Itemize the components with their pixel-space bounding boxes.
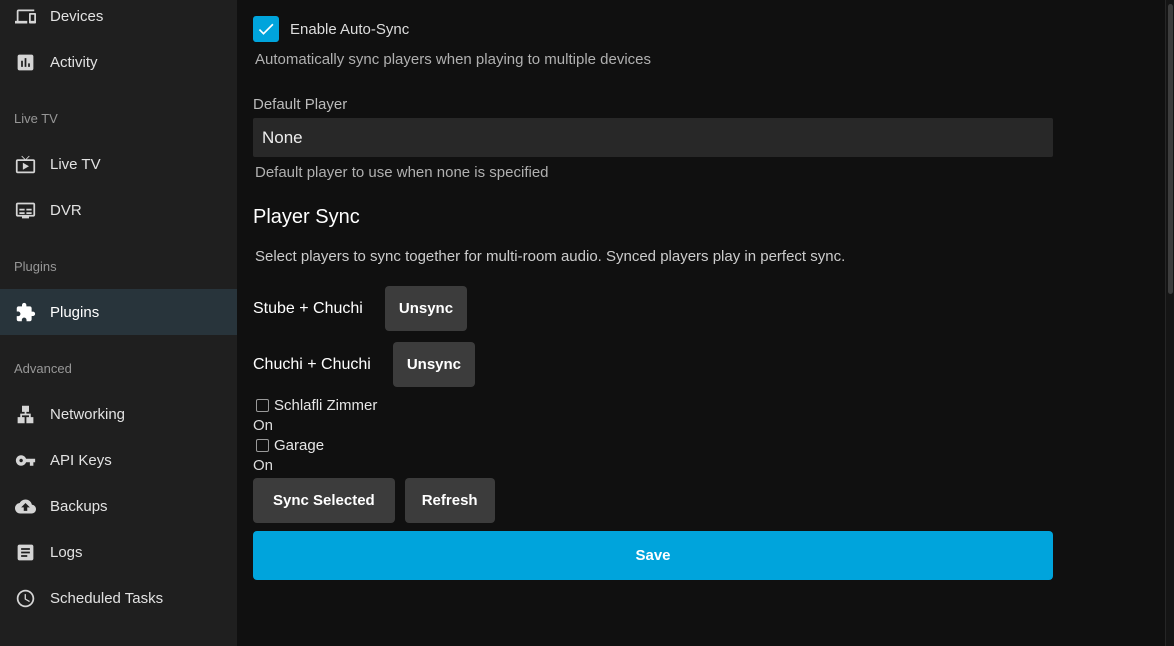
sidebar-item-backups[interactable]: Backups <box>0 483 237 529</box>
sidebar-section-advanced: Advanced <box>0 345 237 391</box>
auto-sync-checkbox-row[interactable]: Enable Auto-Sync <box>253 16 1053 42</box>
dvr-icon <box>13 198 37 222</box>
sidebar-section-plugins: Plugins <box>0 243 237 289</box>
auto-sync-help: Automatically sync players when playing … <box>255 51 1053 68</box>
vertical-scrollbar[interactable] <box>1165 0 1174 646</box>
sidebar-item-live-tv[interactable]: Live TV <box>0 141 237 187</box>
sidebar: Devices Activity Live TV Live TV DVR <box>0 0 237 646</box>
devices-icon <box>13 4 37 28</box>
player-name: Garage <box>274 437 324 454</box>
sidebar-item-label: DVR <box>50 202 82 219</box>
sidebar-item-networking[interactable]: Networking <box>0 391 237 437</box>
sidebar-item-label: API Keys <box>50 452 112 469</box>
player-checkbox[interactable] <box>256 399 269 412</box>
scrollbar-thumb[interactable] <box>1168 4 1173 294</box>
auto-sync-label: Enable Auto-Sync <box>290 21 409 38</box>
player-status: On <box>253 415 1053 435</box>
player-sync-title: Player Sync <box>253 206 1053 229</box>
main-content: Enable Auto-Sync Automatically sync play… <box>237 0 1165 646</box>
unsync-button[interactable]: Unsync <box>393 342 475 387</box>
player-checkbox-row[interactable]: Schlafli Zimmer <box>253 395 1053 415</box>
player-sync-description: Select players to sync together for mult… <box>255 248 1053 265</box>
sidebar-item-label: Logs <box>50 544 83 561</box>
logs-icon <box>13 540 37 564</box>
live-tv-icon <box>13 152 37 176</box>
sync-selected-button[interactable]: Sync Selected <box>253 478 395 523</box>
plugin-settings-form: Enable Auto-Sync Automatically sync play… <box>253 16 1053 580</box>
sidebar-item-devices[interactable]: Devices <box>0 0 237 39</box>
clock-icon <box>13 586 37 610</box>
sidebar-item-label: Activity <box>50 54 98 71</box>
player-list: Schlafli Zimmer On Garage On <box>253 395 1053 475</box>
player-status: On <box>253 455 1053 475</box>
sync-actions-row: Sync Selected Refresh <box>253 478 1053 523</box>
sidebar-section-live-tv: Live TV <box>0 95 237 141</box>
player-name: Schlafli Zimmer <box>274 397 377 414</box>
sidebar-item-dvr[interactable]: DVR <box>0 187 237 233</box>
player-checkbox-row[interactable]: Garage <box>253 435 1053 455</box>
sidebar-item-label: Backups <box>50 498 108 515</box>
sidebar-item-api-keys[interactable]: API Keys <box>0 437 237 483</box>
plugins-icon <box>13 300 37 324</box>
sidebar-item-activity[interactable]: Activity <box>0 39 237 85</box>
default-player-label: Default Player <box>253 96 1053 113</box>
save-button[interactable]: Save <box>253 531 1053 580</box>
sync-group-name: Stube + Chuchi <box>253 300 363 318</box>
sidebar-item-label: Scheduled Tasks <box>50 590 163 607</box>
player-checkbox[interactable] <box>256 439 269 452</box>
default-player-select[interactable]: None <box>253 118 1053 157</box>
sidebar-item-scheduled-tasks[interactable]: Scheduled Tasks <box>0 575 237 621</box>
sidebar-item-logs[interactable]: Logs <box>0 529 237 575</box>
sidebar-scroll-area: Devices Activity Live TV Live TV DVR <box>0 0 237 621</box>
key-icon <box>13 448 37 472</box>
sync-group-name: Chuchi + Chuchi <box>253 356 371 374</box>
unsync-button[interactable]: Unsync <box>385 286 467 331</box>
sidebar-item-label: Networking <box>50 406 125 423</box>
sidebar-item-plugins[interactable]: Plugins <box>0 289 237 335</box>
sidebar-item-label: Live TV <box>50 156 101 173</box>
default-player-value: None <box>262 128 303 148</box>
sync-group-row: Stube + Chuchi Unsync <box>253 286 1053 331</box>
auto-sync-checkbox[interactable] <box>253 16 279 42</box>
networking-icon <box>13 402 37 426</box>
app-window: Devices Activity Live TV Live TV DVR <box>0 0 1174 646</box>
sync-group-row: Chuchi + Chuchi Unsync <box>253 342 1053 387</box>
default-player-help: Default player to use when none is speci… <box>255 164 1053 181</box>
sidebar-item-label: Plugins <box>50 304 99 321</box>
activity-icon <box>13 50 37 74</box>
sidebar-item-label: Devices <box>50 8 103 25</box>
backups-icon <box>13 494 37 518</box>
refresh-button[interactable]: Refresh <box>405 478 495 523</box>
checkmark-icon <box>256 19 276 39</box>
